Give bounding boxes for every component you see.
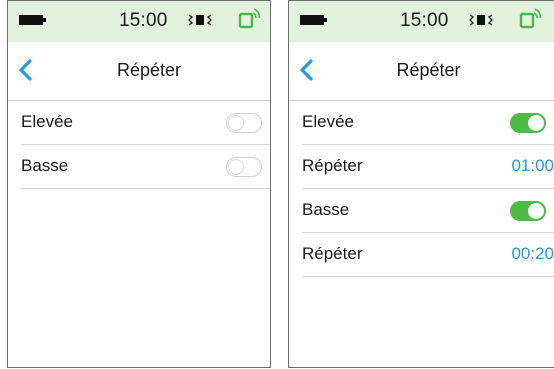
toggle-knob xyxy=(528,115,544,131)
repeat-interval-value[interactable]: 01:00 xyxy=(511,156,554,176)
status-bar: 15:00 xyxy=(289,1,554,42)
row-label: Répéter xyxy=(302,156,363,175)
setting-row-repeter-basse[interactable]: Répéter 00:20 xyxy=(289,233,554,277)
nav-bar: Répéter xyxy=(8,42,270,101)
battery-icon xyxy=(300,15,327,25)
page-title: Répéter xyxy=(116,60,182,80)
setting-row-basse: Basse xyxy=(8,145,270,189)
phone-signal-icon xyxy=(519,8,542,29)
divider xyxy=(302,276,554,277)
row-label: Elevée xyxy=(21,112,73,131)
status-bar: 15:00 xyxy=(8,1,270,42)
right-screen: 15:00 Répéter Elevée Répéter 01:00 Basse xyxy=(288,0,554,368)
toggle-knob xyxy=(228,159,244,175)
row-label: Basse xyxy=(302,200,350,219)
elevee-toggle[interactable] xyxy=(226,113,262,133)
status-time: 15:00 xyxy=(119,10,168,31)
page-title: Répéter xyxy=(396,60,461,80)
setting-row-repeter-elevee[interactable]: Répéter 01:00 xyxy=(289,145,554,189)
setting-row-elevee: Elevée xyxy=(289,101,554,145)
left-screen: 15:00 Répéter Elevée Basse xyxy=(7,0,271,368)
basse-toggle[interactable] xyxy=(226,157,262,177)
row-label: Basse xyxy=(21,156,69,175)
setting-row-elevee: Elevée xyxy=(8,101,270,145)
toggle-knob xyxy=(228,115,244,131)
elevee-toggle[interactable] xyxy=(510,113,546,133)
row-label: Elevée xyxy=(302,112,354,131)
basse-toggle[interactable] xyxy=(510,201,546,221)
row-label: Répéter xyxy=(302,244,363,263)
repeat-interval-value[interactable]: 00:20 xyxy=(511,244,554,264)
nav-bar: Répéter xyxy=(289,42,554,101)
vibrate-icon xyxy=(469,14,493,26)
status-time: 15:00 xyxy=(400,10,449,31)
setting-row-basse: Basse xyxy=(289,189,554,233)
toggle-knob xyxy=(528,203,544,219)
phone-signal-icon xyxy=(238,8,261,29)
vibrate-icon xyxy=(188,14,212,26)
divider xyxy=(21,188,270,189)
battery-icon xyxy=(19,15,46,25)
